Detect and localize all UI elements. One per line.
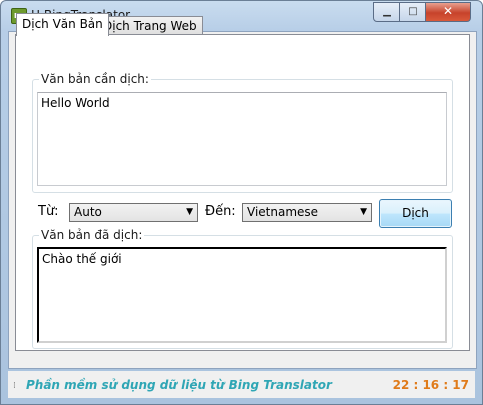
to-language-select[interactable]: Vietnamese ▼	[242, 203, 372, 222]
close-button[interactable]: ✕	[425, 2, 471, 22]
source-text-input[interactable]: Hello World	[37, 92, 447, 186]
grip-icon: ⁞	[13, 381, 16, 391]
output-group-label: Văn bản đã dịch:	[39, 228, 145, 242]
chevron-down-icon: ▼	[186, 207, 193, 217]
status-clock: 22 : 16 : 17	[392, 378, 469, 392]
translate-button[interactable]: Dịch	[379, 199, 452, 228]
from-label: Từ:	[38, 204, 59, 219]
tab-translate-web[interactable]: Dịch Trang Web	[97, 16, 203, 35]
status-bar: ⁞ Phần mềm sử dụng dữ liệu từ Bing Trans…	[8, 371, 475, 398]
to-language-value: Vietnamese	[247, 205, 319, 219]
minimize-button[interactable]: ▁	[373, 2, 401, 22]
from-language-select[interactable]: Auto ▼	[69, 203, 198, 222]
output-text-area[interactable]: Chào thế giới	[37, 247, 447, 343]
maximize-button[interactable]: □	[399, 2, 427, 22]
to-label: Đến:	[205, 204, 236, 219]
chevron-down-icon: ▼	[360, 207, 367, 217]
from-language-value: Auto	[74, 205, 102, 219]
app-window: BT H-BingTranslator ▁ □ ✕ Dịch Văn Bản D…	[0, 0, 483, 405]
status-text: Phần mềm sử dụng dữ liệu từ Bing Transla…	[26, 378, 332, 392]
tab-translate-text[interactable]: Dịch Văn Bản	[16, 13, 109, 36]
source-group-label: Văn bản cần dịch:	[39, 72, 151, 86]
